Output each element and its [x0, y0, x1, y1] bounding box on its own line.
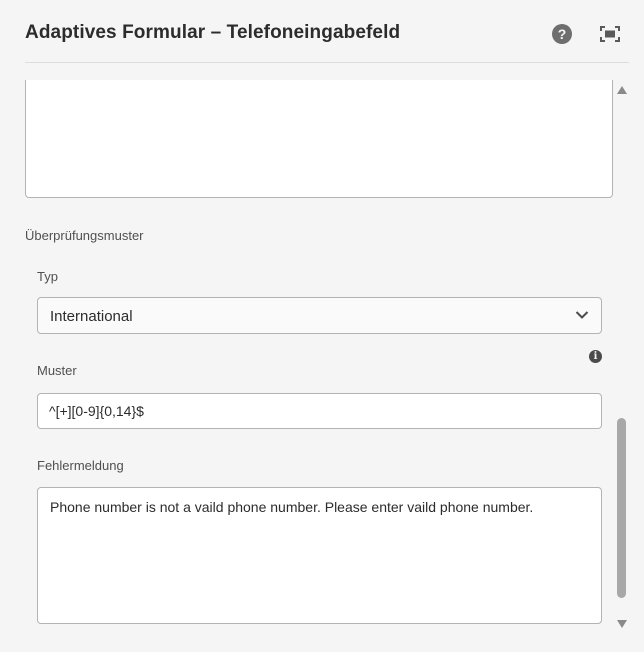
error-message-label: Fehlermeldung: [37, 458, 124, 473]
error-message-textarea[interactable]: Phone number is not a vaild phone number…: [37, 487, 602, 624]
scrollbar-thumb[interactable]: [617, 418, 626, 598]
dialog-header: Adaptives Formular – Telefoneingabefeld …: [0, 0, 644, 66]
pattern-input[interactable]: ^[+][0-9]{0,14}$: [37, 393, 602, 429]
info-icon[interactable]: i: [589, 350, 602, 363]
scroll-down-arrow-icon[interactable]: [617, 620, 627, 628]
help-icon[interactable]: ?: [552, 24, 572, 44]
type-label: Typ: [37, 269, 58, 284]
type-select-value: International: [50, 308, 133, 325]
form-content: Überprüfungsmuster Typ International Mus…: [0, 80, 616, 652]
dialog-title: Adaptives Formular – Telefoneingabefeld: [25, 22, 401, 43]
type-select[interactable]: International: [37, 297, 602, 334]
header-divider: [25, 62, 629, 63]
fullscreen-icon[interactable]: [600, 26, 620, 42]
scroll-up-arrow-icon[interactable]: [617, 86, 627, 94]
validation-pattern-section-label: Überprüfungsmuster: [25, 228, 144, 243]
pattern-label: Muster: [37, 363, 77, 378]
chevron-down-icon: [575, 311, 589, 319]
previous-textarea[interactable]: [25, 80, 613, 198]
